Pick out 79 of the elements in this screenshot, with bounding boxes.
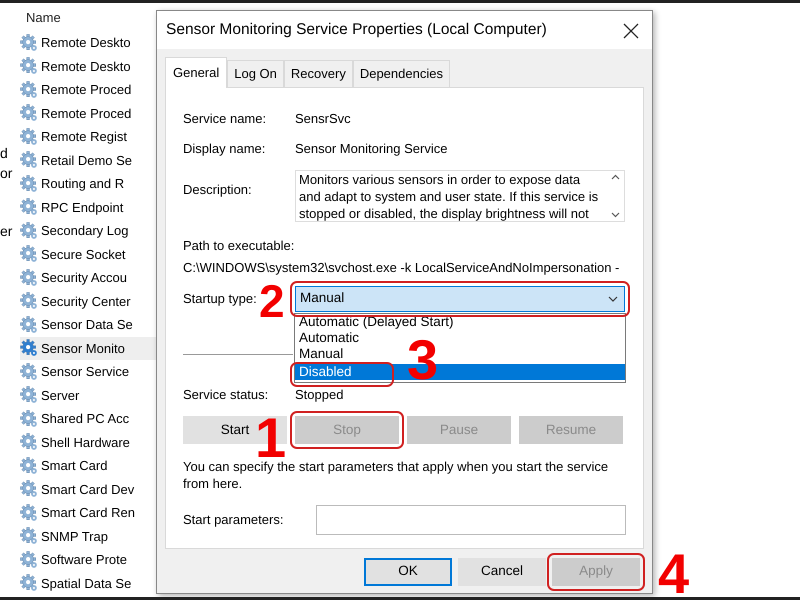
field-value: Stopped: [295, 386, 344, 404]
gear-icon: [20, 268, 38, 287]
gear-icon: [20, 292, 38, 310]
service-row[interactable]: Remote Deskto: [20, 31, 156, 54]
service-row[interactable]: Shell Hardware: [20, 430, 156, 454]
service-row[interactable]: Secondary Log: [20, 219, 156, 242]
service-row[interactable]: Secure Socket: [20, 242, 156, 266]
field-label: Display name:: [183, 140, 266, 158]
startup-type-dropdown[interactable]: Manual: [295, 286, 625, 312]
window-title: Sensor Monitoring Service Properties (Local Computer): [166, 20, 547, 40]
dialog-button[interactable]: OK: [364, 558, 452, 586]
gear-icon: [20, 80, 38, 99]
partial-text: er: [0, 222, 14, 239]
gear-icon: [20, 456, 38, 475]
tab[interactable]: General: [165, 57, 228, 88]
service-row[interactable]: Remote Deskto: [20, 54, 156, 78]
gear-icon: [20, 174, 38, 193]
gear-icon: [20, 527, 38, 546]
service-row[interactable]: Server: [20, 384, 156, 407]
gear-icon: [20, 34, 38, 52]
gear-icon: [20, 550, 38, 569]
step-number: 2: [259, 278, 285, 324]
path-value: C:\WINDOWS\system32\svchost.exe -k LocalServiceAndNoImpersonation -: [183, 259, 620, 277]
gear-icon: [20, 245, 38, 264]
gear-icon: [20, 198, 38, 216]
column-header[interactable]: Name: [20, 5, 156, 31]
chevron-down-icon: [608, 296, 618, 302]
gear-icon: [20, 57, 38, 76]
service-row[interactable]: Sensor Data Se: [20, 313, 156, 336]
gear-icon: [20, 410, 38, 428]
service-row[interactable]: Smart Card Ren: [20, 501, 156, 524]
service-row[interactable]: Remote Proced: [20, 102, 156, 125]
service-row[interactable]: Security Center: [20, 290, 156, 313]
tab[interactable]: Log On: [227, 60, 284, 86]
scroll-up-icon[interactable]: [611, 174, 620, 180]
gear-icon: [20, 362, 38, 381]
service-row[interactable]: Sensor Monito: [20, 336, 156, 360]
field-value: SensrSvc: [295, 110, 351, 128]
tab[interactable]: Dependencies: [352, 60, 450, 86]
dialog-button[interactable]: Cancel: [458, 558, 546, 586]
service-row[interactable]: Routing and R: [20, 172, 156, 196]
service-row[interactable]: Retail Demo Se: [20, 148, 156, 172]
service-row[interactable]: SNMP Trap: [20, 524, 156, 548]
gear-icon: [20, 128, 38, 146]
field-label: Path to executable:: [183, 236, 296, 254]
service-row[interactable]: Smart Card: [20, 454, 156, 478]
field-label: Start parameters:: [183, 511, 284, 530]
scroll-down-icon[interactable]: [611, 212, 620, 218]
field-label: Service name:: [183, 110, 268, 128]
field-label: Description:: [183, 180, 253, 199]
field-label: Service status:: [183, 386, 270, 404]
step-number: 4: [658, 546, 690, 597]
gear-icon: [20, 386, 38, 404]
service-row[interactable]: Software Prote: [20, 548, 156, 572]
partial-text: or: [0, 164, 14, 181]
description-text: Monitors various sensors in order to expose data and adapt to system and user state. If this service is stopped or disabled, the display brightness will not: [298, 170, 600, 220]
gear-icon: [20, 480, 38, 498]
service-row[interactable]: Security Accou: [20, 266, 156, 290]
tab[interactable]: Recovery: [284, 60, 353, 86]
gear-icon: [20, 504, 38, 522]
gear-icon: [20, 433, 38, 452]
partial-text: d: [0, 144, 9, 161]
dropdown-option[interactable]: Automatic (Delayed Start): [295, 314, 625, 330]
field-label: Startup type:: [183, 290, 257, 306]
gear-icon: [20, 316, 38, 334]
gear-icon: [20, 151, 38, 170]
field-value: Sensor Monitoring Service: [295, 140, 448, 158]
gear-icon: [20, 104, 38, 122]
service-row[interactable]: Shared PC Acc: [20, 407, 156, 430]
start-parameters-field[interactable]: [316, 505, 626, 535]
gear-icon: [20, 574, 38, 592]
service-row[interactable]: Remote Regist: [20, 125, 156, 148]
service-row[interactable]: Smart Card Dev: [20, 478, 156, 501]
gear-icon: [20, 222, 38, 240]
gear-icon: [20, 339, 38, 358]
service-row[interactable]: Sensor Service: [20, 360, 156, 384]
service-row[interactable]: Remote Proced: [20, 78, 156, 102]
service-row[interactable]: Spatial Data Se: [20, 572, 156, 595]
service-row[interactable]: RPC Endpoint: [20, 196, 156, 219]
